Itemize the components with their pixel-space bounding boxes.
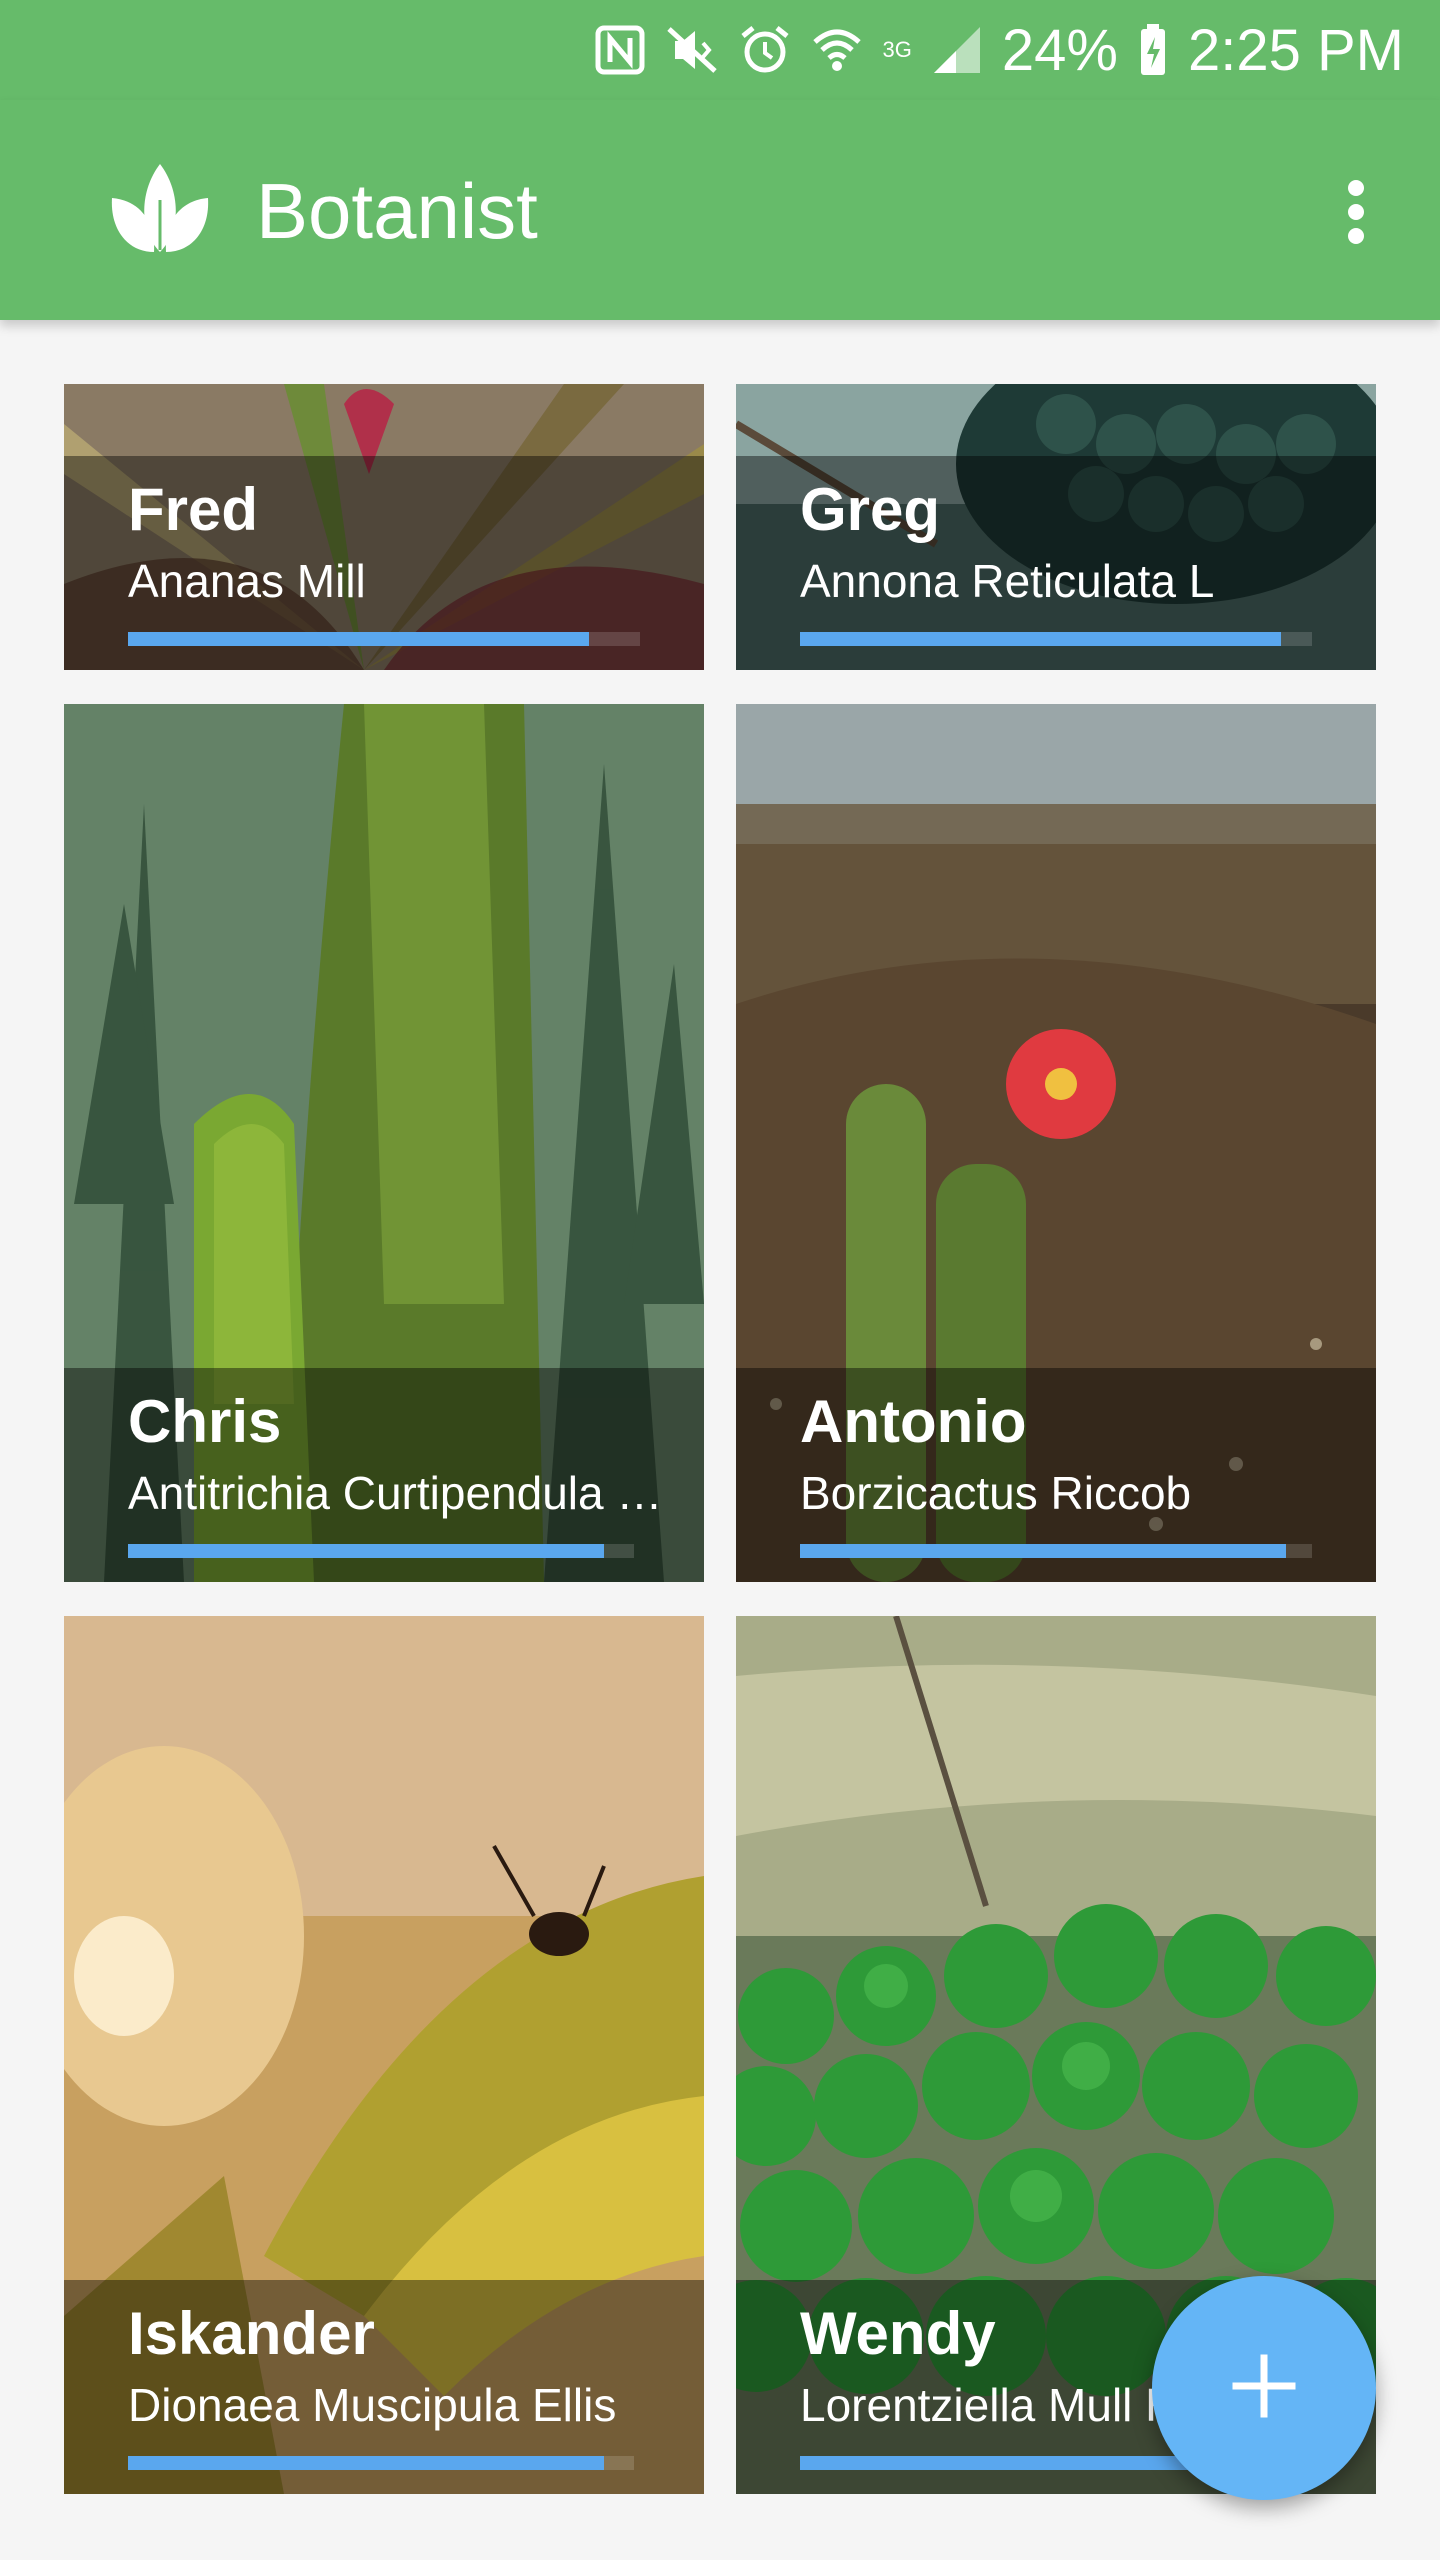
plant-name: Greg [800,476,941,543]
plant-name: Antonio [800,1388,1027,1455]
leaf-icon [108,160,212,256]
progress-fill [128,632,589,646]
progress-fill [128,2456,604,2470]
plant-name: Fred [128,476,259,543]
water-progress-bar [128,1544,634,1558]
app-bar: Botanist [0,100,1440,320]
water-progress-bar [800,632,1312,646]
plant-species: Borzicactus Riccob [800,1467,1192,1519]
plant-species: Dionaea Muscipula Ellis [128,2379,617,2431]
plant-card-fred[interactable]: Fred Ananas Mill [64,384,704,670]
progress-fill [800,1544,1287,1558]
plant-card-greg[interactable]: Greg Annona Reticulata L [736,384,1376,670]
water-progress-bar [800,1544,1312,1558]
water-progress-bar [128,2456,634,2470]
plant-grid: Fred Ananas Mill Greg Annona Reticulata … [0,0,1440,2560]
progress-fill [128,1544,604,1558]
progress-fill [800,632,1282,646]
add-plant-button[interactable] [1152,2276,1376,2500]
plant-name: Chris [128,1388,282,1455]
plant-name: Wendy [800,2300,996,2367]
plant-species: Lorentziella Mull H [800,2379,1179,2431]
plant-card-iskander[interactable]: Iskander Dionaea Muscipula Ellis [64,1616,704,2494]
plant-species: Antitrichia Curtipendula <… [128,1467,668,1519]
plant-card-chris[interactable]: Chris Antitrichia Curtipendula <… [64,704,704,1582]
plant-species: Annona Reticulata L [800,555,1215,607]
plant-name: Iskander [128,2300,375,2367]
app-title: Botanist [256,167,538,255]
water-progress-bar [128,632,640,646]
plant-card-antonio[interactable]: Antonio Borzicactus Riccob [736,704,1376,1582]
plus-icon [1232,2354,1296,2423]
plant-species: Ananas Mill [128,555,366,607]
more-vert-icon[interactable] [1336,176,1376,248]
